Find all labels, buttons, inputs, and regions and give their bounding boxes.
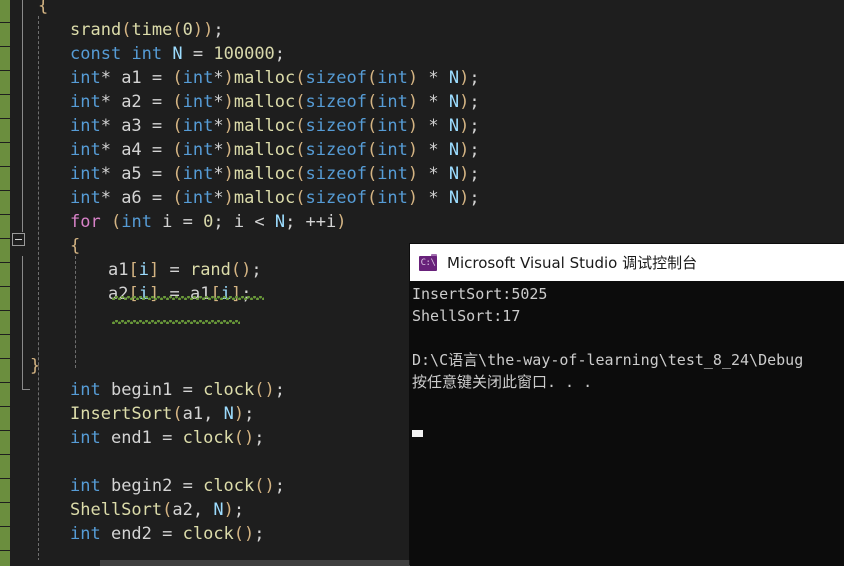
code-line: const int N = 100000; (70, 44, 286, 64)
console-line: InsertSort:5025 (412, 285, 548, 303)
console-line: 按任意键关闭此窗口. . . (412, 373, 593, 391)
code-line: { (70, 236, 81, 256)
code-line: InsertSort(a1, N); (70, 404, 255, 424)
code-line: } (30, 356, 41, 376)
code-line: int end1 = clock(); (70, 428, 265, 448)
code-line: int* a4 = (int*)malloc(sizeof(int) * N); (70, 140, 480, 160)
error-squiggle (112, 320, 240, 324)
console-cursor (412, 430, 423, 437)
code-line: ShellSort(a2, N); (70, 500, 245, 520)
code-line: { (38, 0, 49, 16)
code-line: int* a5 = (int*)malloc(sizeof(int) * N); (70, 164, 480, 184)
code-line: srand(time(0)); (70, 20, 224, 40)
code-line: int* a6 = (int*)malloc(sizeof(int) * N); (70, 188, 480, 208)
code-line: a1[i] = rand(); (108, 260, 262, 280)
code-line: for (int i = 0; i < N; ++i) (70, 212, 347, 232)
console-line: ShellSort:17 (412, 307, 521, 325)
console-title: Microsoft Visual Studio 调试控制台 (447, 254, 698, 272)
code-line: int begin2 = clock(); (70, 476, 285, 496)
code-line: int begin1 = clock(); (70, 380, 285, 400)
code-line: int* a2 = (int*)malloc(sizeof(int) * N); (70, 92, 480, 112)
code-line: int* a3 = (int*)malloc(sizeof(int) * N); (70, 116, 480, 136)
console-icon-label: C:\ (420, 257, 436, 268)
scrollbar-left-cap (0, 560, 10, 566)
code-line: int end2 = clock(); (70, 524, 265, 544)
console-window[interactable]: C:\ Microsoft Visual Studio 调试控制台 Insert… (410, 244, 844, 566)
console-app-icon: C:\ (419, 253, 437, 272)
error-squiggle (112, 296, 264, 300)
code-line: a2[i] = a1[i]; (108, 284, 252, 304)
console-titlebar[interactable]: C:\ Microsoft Visual Studio 调试控制台 (410, 244, 844, 281)
console-line: D:\C语言\the-way-of-learning\test_8_24\Deb… (412, 351, 804, 369)
code-line: int* a1 = (int*)malloc(sizeof(int) * N); (70, 68, 480, 88)
console-output[interactable]: InsertSort:5025 ShellSort:17 D:\C语言\the-… (410, 281, 844, 566)
horizontal-scrollbar-thumb[interactable] (100, 560, 430, 566)
